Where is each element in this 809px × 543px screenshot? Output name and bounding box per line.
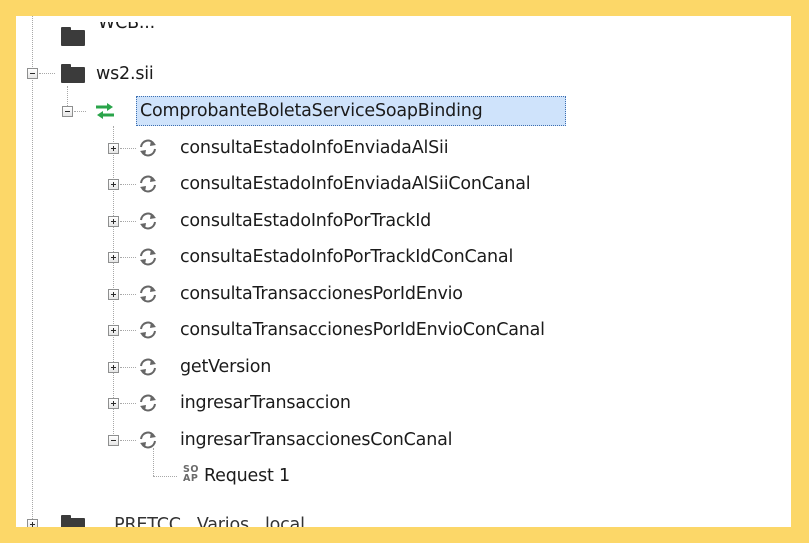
tree-item-binding[interactable]: ComprobanteBoletaServiceSoapBinding <box>140 93 483 129</box>
operation-label: consultaEstadoInfoEnviadaAlSii <box>180 138 449 158</box>
collapse-toggle[interactable] <box>27 68 38 79</box>
request-label: Request 1 <box>204 466 290 486</box>
tree-item-operation[interactable]: consultaTransaccionesPorIdEnvioConCanal <box>180 312 545 348</box>
operation-label: ingresarTransaccionesConCanal <box>180 430 453 450</box>
expand-toggle[interactable] <box>108 398 119 409</box>
operation-icon <box>140 394 156 412</box>
tree-item-operation[interactable]: consultaEstadoInfoPorTrackIdConCanal <box>180 239 513 275</box>
tree-item-project[interactable]: ws2.sii <box>96 56 154 92</box>
operation-icon <box>140 139 156 157</box>
tree-item-label: ...PRETCC...Varios...local <box>98 514 305 528</box>
collapse-toggle[interactable] <box>62 106 73 117</box>
operation-label: getVersion <box>180 357 272 377</box>
project-tree-panel: WCB... ws2.sii ComprobanteBoletaServiceS… <box>16 16 791 527</box>
operation-label: consultaTransaccionesPorIdEnvio <box>180 284 463 304</box>
operation-icon <box>140 321 156 339</box>
collapse-toggle[interactable] <box>108 435 119 446</box>
operation-label: consultaEstadoInfoPorTrackId <box>180 211 432 231</box>
tree-item-operation[interactable]: ingresarTransaccionesConCanal <box>180 422 452 458</box>
expand-toggle[interactable] <box>108 289 119 300</box>
tree-item-operation[interactable]: consultaEstadoInfoPorTrackId <box>180 203 431 239</box>
binding-arrows-icon <box>96 103 114 119</box>
tree-item-operation[interactable]: consultaEstadoInfoEnviadaAlSii <box>180 130 449 166</box>
tree-item-operation[interactable]: consultaTransaccionesPorIdEnvio <box>180 276 463 312</box>
operation-icon <box>140 175 156 193</box>
tree-item-label: WCB... <box>98 22 156 33</box>
operation-label: ingresarTransaccion <box>180 393 351 413</box>
tree-item-operation[interactable]: getVersion <box>180 349 271 385</box>
expand-toggle[interactable] <box>108 325 119 336</box>
soap-request-icon: SO AP <box>183 464 199 484</box>
folder-icon <box>61 515 85 527</box>
expand-toggle[interactable] <box>108 216 119 227</box>
operation-label: consultaEstadoInfoPorTrackIdConCanal <box>180 247 514 267</box>
expand-toggle[interactable] <box>108 252 119 263</box>
expand-toggle[interactable] <box>108 179 119 190</box>
tree-item-partial-bottom[interactable]: ...PRETCC...Varios...local <box>98 506 305 528</box>
operation-icon <box>140 248 156 266</box>
binding-label: ComprobanteBoletaServiceSoapBinding <box>140 101 483 121</box>
operation-icon <box>140 212 156 230</box>
tree-item-operation[interactable]: ingresarTransaccion <box>180 385 351 421</box>
operation-label: consultaEstadoInfoEnviadaAlSiiConCanal <box>180 174 531 194</box>
expand-toggle[interactable] <box>27 519 38 527</box>
tree-item-partial-top[interactable]: WCB... <box>98 22 155 42</box>
tree-item-request[interactable]: Request 1 <box>204 458 290 494</box>
operation-icon <box>140 358 156 376</box>
operation-icon <box>140 431 156 449</box>
tree-item-operation[interactable]: consultaEstadoInfoEnviadaAlSiiConCanal <box>180 166 531 202</box>
operation-icon <box>140 285 156 303</box>
folder-icon <box>61 27 85 46</box>
project-label: ws2.sii <box>96 64 154 84</box>
folder-icon <box>61 64 85 83</box>
operation-label: consultaTransaccionesPorIdEnvioConCanal <box>180 320 545 340</box>
expand-toggle[interactable] <box>108 143 119 154</box>
expand-toggle[interactable] <box>108 362 119 373</box>
